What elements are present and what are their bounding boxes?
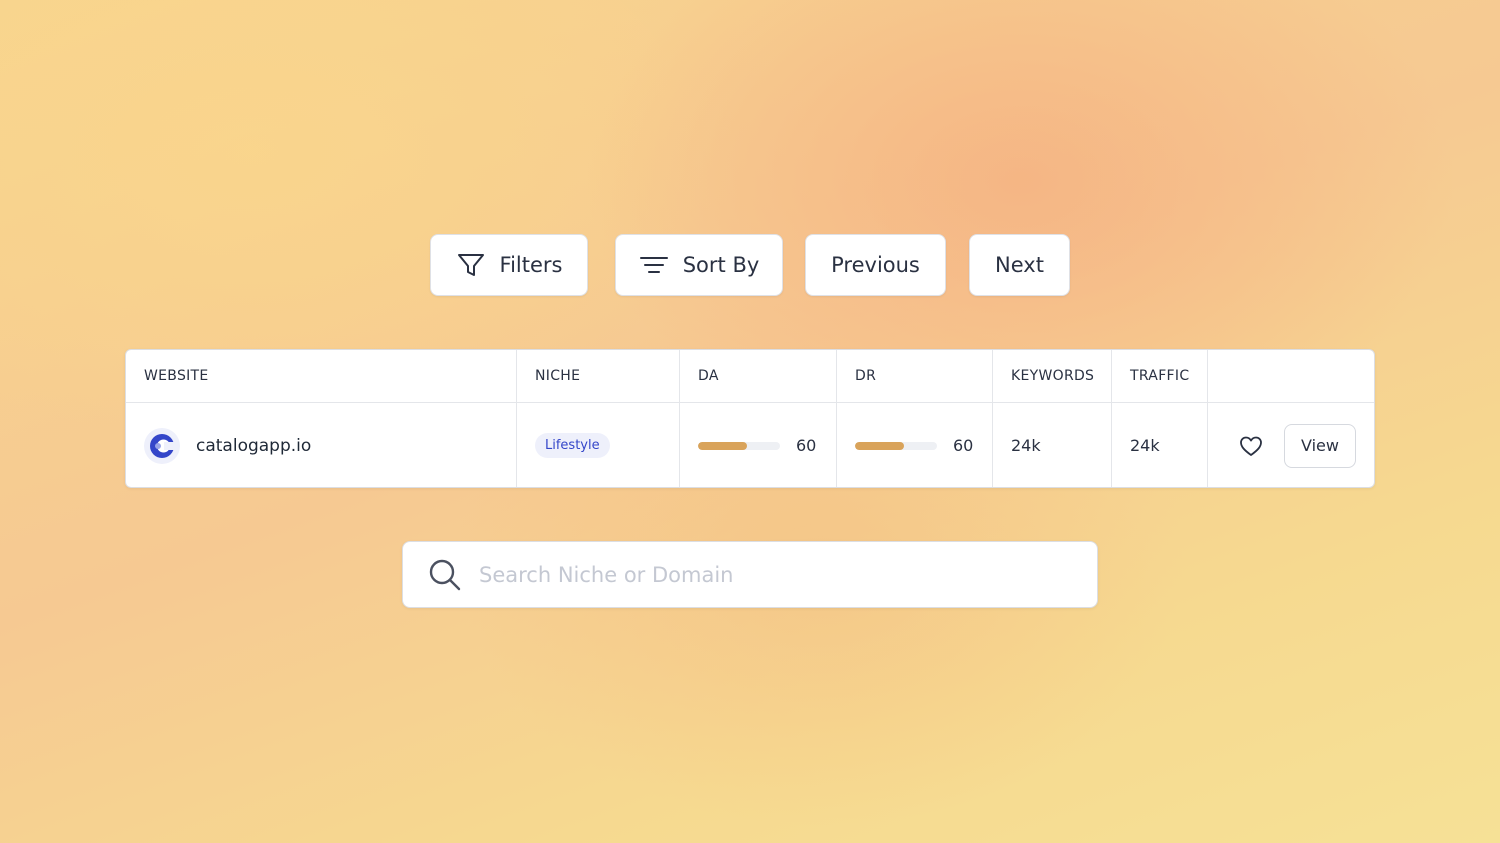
dr-progress-fill xyxy=(855,441,905,450)
da-metric: 60 xyxy=(698,436,816,455)
view-button[interactable]: View xyxy=(1284,423,1356,468)
header-actions xyxy=(1208,350,1374,402)
favorite-heart-icon[interactable] xyxy=(1238,433,1264,459)
search-icon xyxy=(427,557,463,593)
site-logo-icon xyxy=(144,427,180,464)
da-progress-track xyxy=(698,441,780,450)
keywords-cell: 24k xyxy=(993,403,1112,487)
header-niche[interactable]: NICHE xyxy=(517,350,680,402)
websites-table: WEBSITE NICHE DA DR KEYWORDS TRAFFIC cat… xyxy=(125,349,1375,488)
header-dr[interactable]: DR xyxy=(837,350,993,402)
next-button[interactable]: Next xyxy=(969,234,1070,296)
dr-metric: 60 xyxy=(855,436,973,455)
search-bar xyxy=(402,541,1098,608)
previous-label: Previous xyxy=(831,253,920,277)
header-traffic[interactable]: TRAFFIC xyxy=(1112,350,1208,402)
da-progress-fill xyxy=(698,441,748,450)
traffic-cell: 24k xyxy=(1112,403,1208,487)
table-header-row: WEBSITE NICHE DA DR KEYWORDS TRAFFIC xyxy=(126,350,1374,403)
niche-cell: Lifestyle xyxy=(517,403,680,487)
next-label: Next xyxy=(995,253,1044,277)
header-keywords[interactable]: KEYWORDS xyxy=(993,350,1112,402)
table-row: catalogapp.io Lifestyle 60 60 24k 24k Vi… xyxy=(126,403,1374,487)
search-input[interactable] xyxy=(477,553,1071,596)
sort-lines-icon xyxy=(639,250,669,280)
dr-progress-track xyxy=(855,441,937,450)
da-value: 60 xyxy=(796,436,817,455)
website-name[interactable]: catalogapp.io xyxy=(196,436,311,456)
view-label: View xyxy=(1301,436,1339,455)
website-cell: catalogapp.io xyxy=(126,403,517,487)
dr-value: 60 xyxy=(953,436,974,455)
sort-by-button[interactable]: Sort By xyxy=(615,234,783,296)
filters-label: Filters xyxy=(499,253,563,277)
actions-cell: View xyxy=(1208,403,1374,487)
filter-funnel-icon xyxy=(456,250,486,280)
dr-cell: 60 xyxy=(837,403,993,487)
header-da[interactable]: DA xyxy=(680,350,837,402)
header-website[interactable]: WEBSITE xyxy=(126,350,517,402)
niche-badge: Lifestyle xyxy=(535,433,610,458)
sort-by-label: Sort By xyxy=(682,253,760,277)
previous-button[interactable]: Previous xyxy=(805,234,946,296)
filters-button[interactable]: Filters xyxy=(430,234,588,296)
da-cell: 60 xyxy=(680,403,837,487)
